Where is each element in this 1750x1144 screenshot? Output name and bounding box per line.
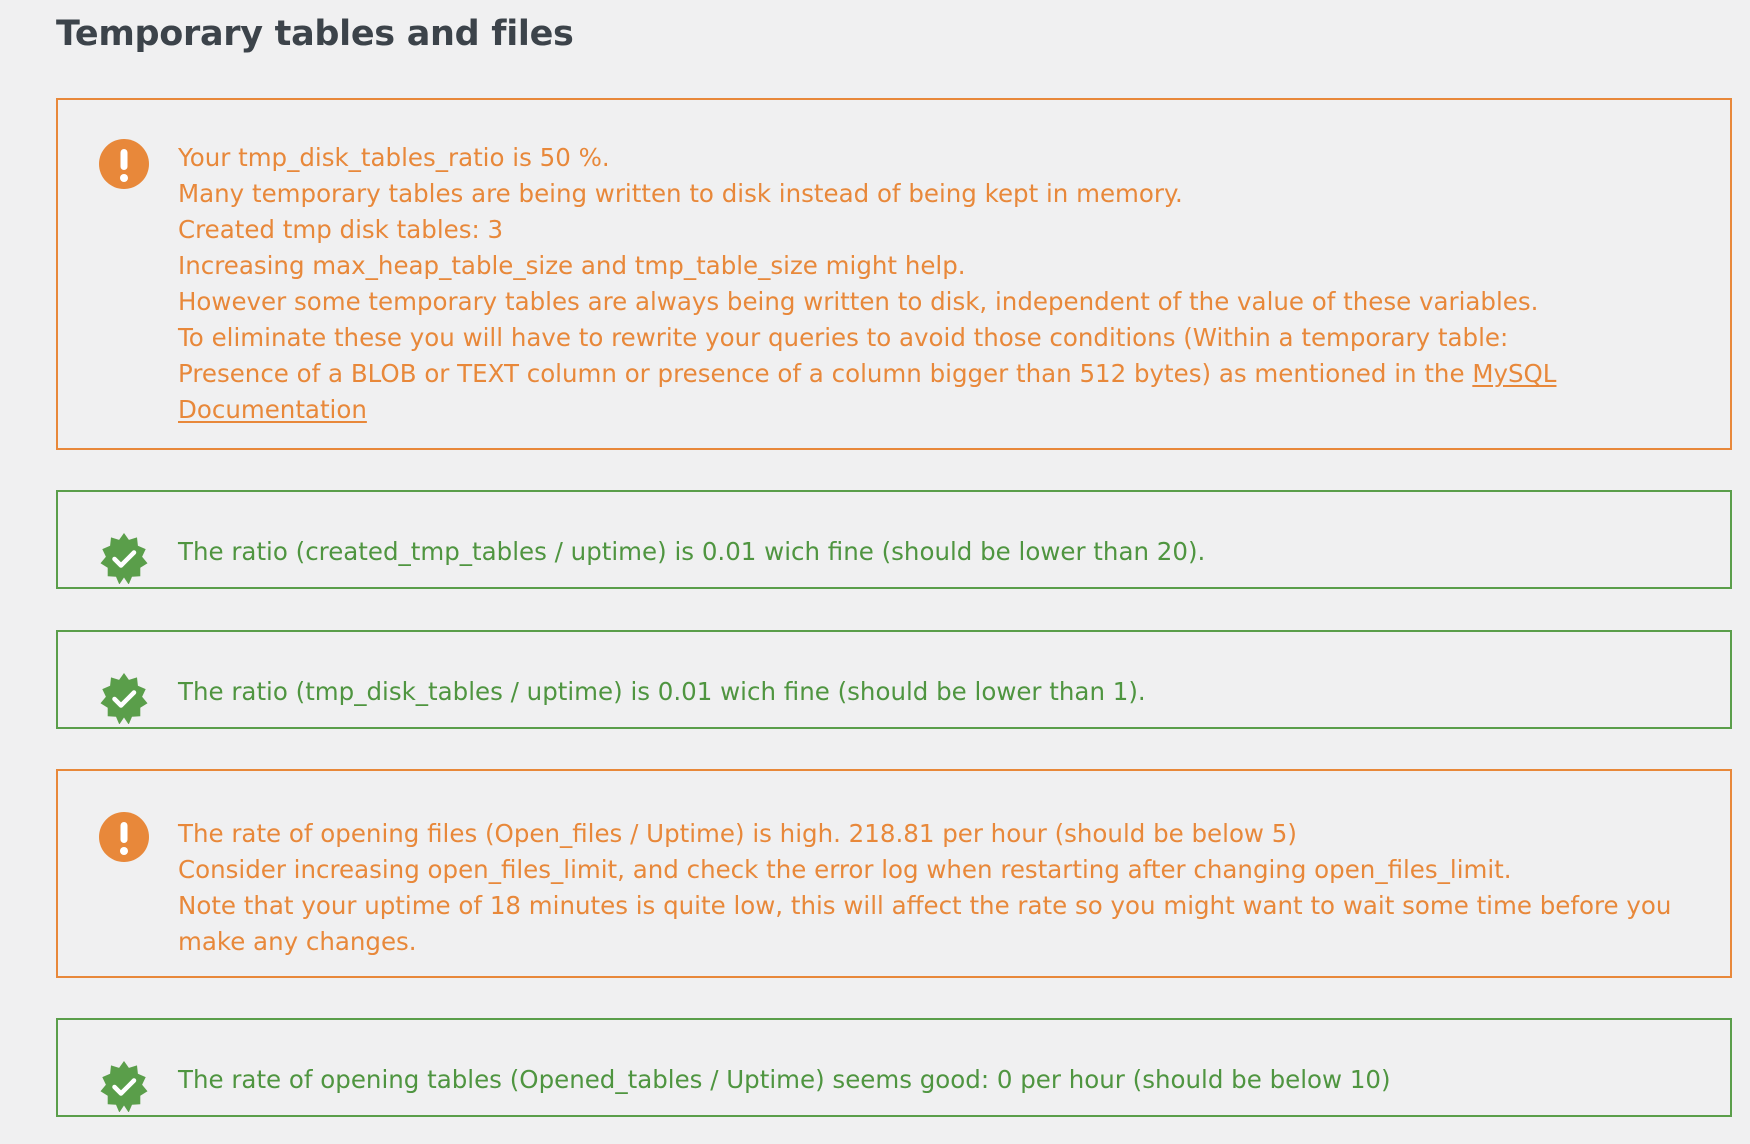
- notice-line: Consider increasing open_files_limit, an…: [178, 855, 1512, 884]
- notice-message: The rate of opening files (Open_files / …: [178, 816, 1672, 960]
- notice-line: Increasing max_heap_table_size and tmp_t…: [178, 251, 966, 280]
- notice-tmp-disk-tables-ratio: Your tmp_disk_tables_ratio is 50 %. Many…: [56, 98, 1732, 450]
- notice-message: The ratio (tmp_disk_tables / uptime) is …: [178, 674, 1670, 710]
- notice-opened-tables-rate: The rate of opening tables (Opened_table…: [56, 1018, 1732, 1117]
- notice-message: The rate of opening tables (Opened_table…: [178, 1062, 1670, 1098]
- notice-line: The ratio (tmp_disk_tables / uptime) is …: [178, 677, 1146, 706]
- notice-message: Your tmp_disk_tables_ratio is 50 %. Many…: [178, 140, 1670, 428]
- notice-line: Presence of a BLOB or TEXT column or pre…: [178, 356, 1670, 392]
- notice-created-tmp-tables-ratio: The ratio (created_tmp_tables / uptime) …: [56, 490, 1732, 589]
- notice-line: make any changes.: [178, 927, 417, 956]
- check-badge-icon: [98, 1060, 150, 1112]
- check-badge-icon: [98, 532, 150, 584]
- notice-line: Your tmp_disk_tables_ratio is 50 %.: [178, 143, 610, 172]
- notice-line: Note that your uptime of 18 minutes is q…: [178, 891, 1672, 920]
- notice-tmp-disk-tables-uptime-ratio: The ratio (tmp_disk_tables / uptime) is …: [56, 630, 1732, 729]
- notice-line: Created tmp disk tables: 3: [178, 215, 504, 244]
- mysql-documentation-link-continued[interactable]: Documentation: [178, 395, 367, 424]
- exclamation-circle-icon: [98, 811, 150, 863]
- mysql-documentation-link[interactable]: MySQL: [1472, 359, 1556, 388]
- notice-line: Many temporary tables are being written …: [178, 179, 1183, 208]
- notice-message: The ratio (created_tmp_tables / uptime) …: [178, 534, 1670, 570]
- notice-line: To eliminate these you will have to rewr…: [178, 323, 1509, 352]
- notice-line: The ratio (created_tmp_tables / uptime) …: [178, 537, 1206, 566]
- page-title: Temporary tables and files: [56, 14, 574, 54]
- check-badge-icon: [98, 672, 150, 724]
- notice-line-text: Presence of a BLOB or TEXT column or pre…: [178, 359, 1473, 388]
- notice-line: However some temporary tables are always…: [178, 287, 1539, 316]
- notice-line: Documentation: [178, 392, 1670, 428]
- exclamation-circle-icon: [98, 138, 150, 190]
- notice-open-files-rate: The rate of opening files (Open_files / …: [56, 769, 1732, 978]
- notice-line: The rate of opening tables (Opened_table…: [178, 1065, 1391, 1094]
- notice-line: The rate of opening files (Open_files / …: [178, 819, 1297, 848]
